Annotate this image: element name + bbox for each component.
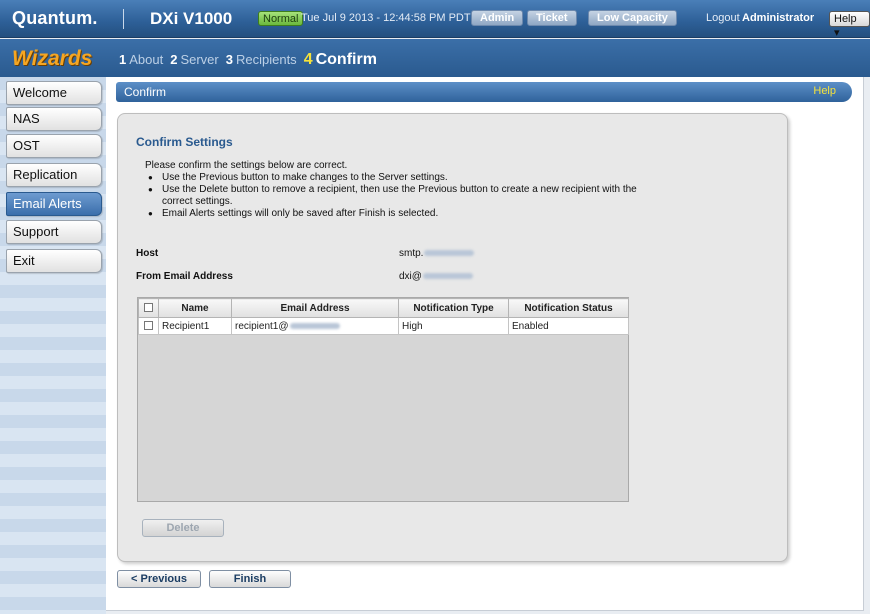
panel-title: Confirm Settings [136, 135, 233, 149]
cell-type: High [398, 317, 509, 335]
step-recipients: 3 Recipients [225, 52, 297, 67]
current-user: Administrator [742, 12, 815, 24]
cell-name: Recipient1 [158, 317, 232, 335]
section-header: Confirm Help [116, 82, 852, 102]
sidebar-item-exit[interactable]: Exit [6, 249, 102, 273]
intro-text: Please confirm the settings below are co… [145, 160, 348, 171]
list-item: Use the Delete button to remove a recipi… [148, 184, 638, 208]
low-capacity-tab[interactable]: Low Capacity [588, 10, 677, 26]
host-value: smtp. [399, 248, 475, 259]
sidebar-item-email-alerts[interactable]: Email Alerts [6, 192, 102, 216]
cell-status: Enabled [508, 317, 629, 335]
select-all-cell [138, 298, 159, 318]
list-item: Email Alerts settings will only be saved… [148, 208, 638, 220]
step-server: 2 Server [170, 52, 219, 67]
row-checkbox[interactable] [144, 321, 153, 331]
redacted-text [422, 273, 473, 280]
row-checkbox-cell [138, 317, 159, 335]
wizard-steps: 1 About 2 Server 3 Recipients 4 Confirm [119, 51, 377, 69]
table-row[interactable]: Recipient1 recipient1@ High Enabled [138, 317, 629, 335]
previous-button[interactable]: < Previous [117, 570, 201, 588]
step-confirm: 4 Confirm [303, 51, 377, 68]
sidebar-item-nas[interactable]: NAS [6, 107, 102, 131]
list-item: Use the Previous button to make changes … [148, 172, 638, 184]
step-about: 1 About [119, 52, 164, 67]
sidebar-item-welcome[interactable]: Welcome [6, 81, 102, 105]
select-all-checkbox[interactable] [144, 303, 153, 313]
help-menu-button[interactable]: Help ▾ [829, 11, 870, 39]
redacted-text [424, 250, 475, 257]
cell-email: recipient1@ [231, 317, 399, 335]
logo-divider [123, 9, 124, 29]
column-header-email[interactable]: Email Address [231, 298, 399, 318]
help-link[interactable]: Help [813, 85, 836, 97]
sidebar: Welcome NAS OST Replication Email Alerts… [0, 77, 106, 614]
sidebar-item-support[interactable]: Support [6, 220, 102, 244]
product-name: DXi V1000 [150, 9, 233, 28]
host-label: Host [136, 248, 159, 259]
column-header-type[interactable]: Notification Type [398, 298, 509, 318]
top-bar: Quantum. DXi V1000 Normal Tue Jul 9 2013… [0, 0, 870, 39]
delete-button[interactable]: Delete [142, 519, 224, 537]
admin-tab[interactable]: Admin [471, 10, 524, 26]
finish-button[interactable]: Finish [209, 570, 291, 588]
redacted-text [289, 322, 340, 329]
sidebar-item-ost[interactable]: OST [6, 134, 102, 158]
column-header-name[interactable]: Name [158, 298, 232, 318]
instructions-list: Use the Previous button to make changes … [148, 172, 638, 220]
from-email-value: dxi@ [399, 271, 473, 282]
recipients-table: Name Email Address Notification Type Not… [137, 297, 629, 502]
logout-link[interactable]: Logout [706, 12, 740, 24]
wizards-title: Wizards [12, 47, 93, 70]
from-email-label: From Email Address [136, 271, 233, 282]
sidebar-item-replication[interactable]: Replication [6, 163, 102, 187]
ticket-tab[interactable]: Ticket [527, 10, 577, 26]
wizard-bar: Wizards 1 About 2 Server 3 Recipients 4 Conf… [0, 39, 870, 77]
column-header-status[interactable]: Notification Status [508, 298, 629, 318]
status-badge[interactable]: Normal [258, 11, 304, 26]
quantum-logo: Quantum. [12, 8, 98, 28]
system-datetime: Tue Jul 9 2013 - 12:44:58 PM PDT [301, 12, 471, 24]
section-title: Confirm [124, 85, 167, 99]
